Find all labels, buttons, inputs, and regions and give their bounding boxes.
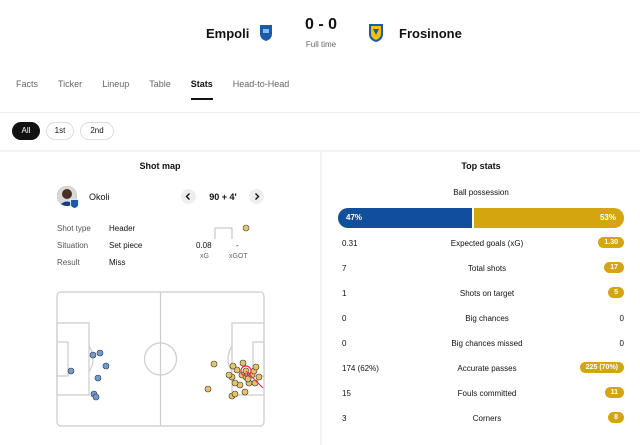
stat-home-value: 7 xyxy=(342,264,347,273)
stat-home-value: 174 (62%) xyxy=(342,364,379,373)
stat-label: Big chances xyxy=(465,314,509,323)
previous-shot-button[interactable] xyxy=(181,189,196,204)
possession-label: Ball possession xyxy=(453,188,509,197)
stat-home-value: 0 xyxy=(342,314,347,323)
stat-away-value: 225 (70%) xyxy=(579,362,624,373)
tab-bar: Facts Ticker Lineup Table Stats Head-to-… xyxy=(16,76,309,100)
stat-away-value: 17 xyxy=(604,262,624,273)
stat-row: 0 Big chances 0 xyxy=(322,307,640,332)
pitch-shot-map[interactable] xyxy=(56,291,265,427)
stat-label: Shots on target xyxy=(459,289,515,298)
stat-home-value: 15 xyxy=(342,389,351,398)
xg-label: xG xyxy=(200,253,209,260)
stat-row: 0 Big chances missed 0 xyxy=(322,332,640,357)
team-badge-icon xyxy=(70,199,79,209)
stat-label: Total shots xyxy=(467,264,507,273)
stat-home-value: 0.31 xyxy=(342,239,358,248)
shot-minute: 90 + 4' xyxy=(209,192,237,202)
tab-facts[interactable]: Facts xyxy=(16,76,38,100)
stat-row: 0.31 Expected goals (xG) 1.30 xyxy=(322,232,640,257)
stat-away-value: 11 xyxy=(604,387,624,398)
stat-label: Accurate passes xyxy=(457,364,517,373)
tab-head-to-head[interactable]: Head-to-Head xyxy=(233,76,290,100)
xg-value: 0.08 xyxy=(196,241,212,250)
stat-label: Expected goals (xG) xyxy=(450,239,524,248)
shot-type-value: Header xyxy=(109,224,136,233)
stat-home-value: 3 xyxy=(342,414,347,423)
match-status: Full time xyxy=(305,40,337,49)
tab-lineup[interactable]: Lineup xyxy=(102,76,129,100)
tab-table[interactable]: Table xyxy=(149,76,171,100)
possession-away-bar: 53% xyxy=(474,208,624,228)
empoli-crest-icon xyxy=(260,25,272,41)
stat-row: 174 (62%) Accurate passes 225 (70%) xyxy=(322,357,640,382)
match-header: Empoli 0 - 0 Full time Frosinone Facts T… xyxy=(0,0,640,112)
stat-home-value: 0 xyxy=(342,339,347,348)
stat-label: Corners xyxy=(472,414,502,423)
stat-label: Fouls committed xyxy=(457,389,517,398)
period-filter: All 1st 2nd xyxy=(0,112,640,150)
stat-away-value: 1.30 xyxy=(598,237,624,248)
xgot-value: - xyxy=(236,241,239,250)
tab-ticker[interactable]: Ticker xyxy=(58,76,82,100)
tab-stats[interactable]: Stats xyxy=(190,76,213,100)
stat-row: 7 Total shots 17 xyxy=(322,257,640,282)
stat-label: Big chances missed xyxy=(451,339,523,348)
next-shot-button[interactable] xyxy=(249,189,264,204)
top-stats-title: Top stats xyxy=(461,161,501,171)
stat-row: 1 Shots on target 5 xyxy=(322,282,640,307)
filter-second-half[interactable]: 2nd xyxy=(80,122,114,140)
situation-label: Situation xyxy=(57,241,89,250)
score: 0 - 0 xyxy=(304,16,337,33)
stat-away-value: 5 xyxy=(608,287,624,298)
chevron-left-icon xyxy=(185,193,190,200)
possession-home-bar: 47% xyxy=(338,208,472,228)
player-name[interactable]: Okoli xyxy=(89,192,110,202)
stat-away-value: 0 xyxy=(619,339,624,348)
goal-frame-icon xyxy=(214,224,250,239)
away-team-name[interactable]: Frosinone xyxy=(399,26,462,41)
situation-value: Set piece xyxy=(109,241,143,250)
result-value: Miss xyxy=(109,258,126,267)
shot-map-panel: Shot map Okoli 90 + 4' Shot type Header … xyxy=(0,152,320,445)
filter-first-half[interactable]: 1st xyxy=(46,122,74,140)
stat-home-value: 1 xyxy=(342,289,347,298)
shot-map-title: Shot map xyxy=(139,161,181,171)
stat-away-value: 0 xyxy=(619,314,624,323)
filter-all[interactable]: All xyxy=(12,122,40,140)
chevron-right-icon xyxy=(255,193,260,200)
shot-type-label: Shot type xyxy=(57,224,91,233)
frosinone-crest-icon xyxy=(369,24,383,42)
home-team-name[interactable]: Empoli xyxy=(206,26,249,41)
xgot-label: xGOT xyxy=(229,253,248,260)
stat-away-value: 8 xyxy=(608,412,624,423)
top-stats-panel: Top stats Ball possession 47% 53% 0.31 E… xyxy=(322,152,640,445)
stat-row: 3 Corners 8 xyxy=(322,407,640,432)
result-label: Result xyxy=(57,258,80,267)
stat-row: 15 Fouls committed 11 xyxy=(322,382,640,407)
